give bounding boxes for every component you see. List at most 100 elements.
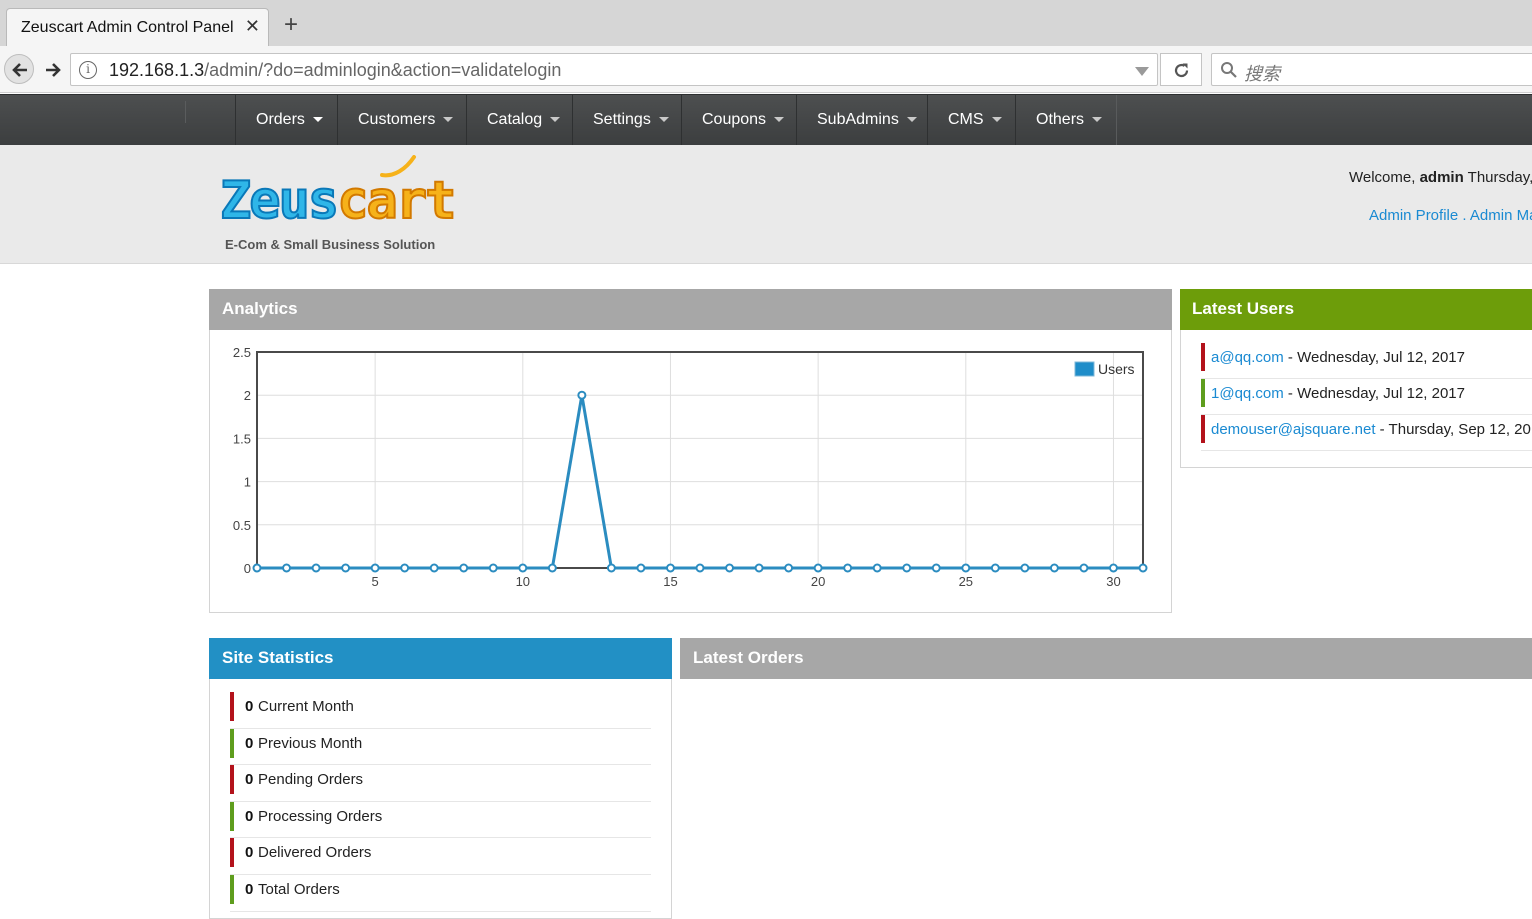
logo-word-cart: cart: [337, 171, 454, 231]
user-entry: 1@qq.com - Wednesday, Jul 12, 2017: [1211, 385, 1465, 402]
status-bar: [230, 729, 234, 758]
address-bar[interactable]: i 192.168.1.3/admin/?do=adminlogin&actio…: [70, 53, 1158, 86]
tab-title: Zeuscart Admin Control Panel: [21, 19, 234, 37]
close-tab-icon[interactable]: ✕: [245, 17, 260, 35]
menu-customers[interactable]: Customers: [337, 95, 467, 145]
reload-button[interactable]: [1160, 53, 1202, 86]
x-tick-label: 10: [516, 574, 530, 589]
stat-label: Previous Month: [258, 735, 362, 752]
site-statistics-header: Site Statistics: [209, 638, 672, 679]
analytics-chart: 00.511.522.551015202530Users: [209, 330, 1172, 610]
legend-swatch: [1075, 362, 1094, 376]
zeuscart-logo[interactable]: Zeuscart E-Com & Small Business Solution: [220, 153, 450, 253]
data-point: [1021, 565, 1028, 572]
search-box[interactable]: 搜索: [1211, 53, 1532, 86]
data-point: [254, 565, 261, 572]
x-tick-label: 5: [372, 574, 379, 589]
menu-catalog[interactable]: Catalog: [466, 95, 573, 145]
stat-label: Processing Orders: [258, 808, 382, 825]
data-point: [342, 565, 349, 572]
user-email-link[interactable]: a@qq.com: [1211, 349, 1284, 366]
admin-menu-bar: Orders Customers Catalog Settings Coupon…: [0, 94, 1532, 145]
list-item: 0 Processing Orders: [230, 802, 651, 839]
data-point: [815, 565, 822, 572]
user-email-link[interactable]: demouser@ajsquare.net: [1211, 421, 1376, 438]
stat-label: Current Month: [258, 698, 354, 715]
data-point: [933, 565, 940, 572]
data-point: [1080, 565, 1087, 572]
latest-users-header: Latest Users: [1180, 289, 1532, 330]
list-item: demouser@ajsquare.net - Thursday, Sep 12…: [1201, 415, 1532, 451]
x-tick-label: 15: [663, 574, 677, 589]
list-item: 0 Pending Orders: [230, 765, 651, 802]
x-tick-label: 25: [959, 574, 973, 589]
url-path: /admin/?do=adminlogin&action=validatelog…: [204, 60, 561, 80]
browser-tab[interactable]: Zeuscart Admin Control Panel ✕: [6, 8, 269, 46]
menu-settings[interactable]: Settings: [572, 95, 682, 145]
user-entry: a@qq.com - Wednesday, Jul 12, 2017: [1211, 349, 1465, 366]
stat-value: 0: [245, 771, 253, 788]
new-tab-icon[interactable]: +: [284, 13, 298, 37]
url-host: 192.168.1.3: [109, 60, 204, 80]
data-point: [283, 565, 290, 572]
legend-label: Users: [1098, 361, 1135, 377]
arrow-right-icon: [44, 61, 62, 79]
site-statistics-list: 0Current Month 0Previous Month 0Pending …: [230, 692, 651, 912]
latest-orders-title: Latest Orders: [693, 648, 804, 667]
stat-label: Delivered Orders: [258, 844, 371, 861]
menu-cms[interactable]: CMS: [927, 95, 1016, 145]
data-point: [1051, 565, 1058, 572]
caret-down-icon: [659, 117, 669, 122]
stat-value: 0: [245, 735, 253, 752]
list-item: 0Total Orders: [230, 875, 651, 912]
data-point: [519, 565, 526, 572]
back-button[interactable]: [4, 54, 34, 84]
browser-tab-strip: Zeuscart Admin Control Panel ✕ +: [0, 0, 1532, 46]
data-point: [844, 565, 851, 572]
stat-value: 0: [245, 808, 253, 825]
status-bar: [1201, 379, 1205, 407]
welcome-message: Welcome, admin Thursday,: [1349, 169, 1532, 186]
menu-subadmins-label: SubAdmins: [817, 111, 899, 128]
list-item: a@qq.com - Wednesday, Jul 12, 2017: [1201, 343, 1532, 379]
data-point: [608, 565, 615, 572]
caret-down-icon: [1092, 117, 1102, 122]
data-point: [667, 565, 674, 572]
menu-others[interactable]: Others: [1015, 95, 1117, 145]
list-item: 0Delivered Orders: [230, 838, 651, 875]
data-point: [756, 565, 763, 572]
menu-subadmins[interactable]: SubAdmins: [796, 95, 928, 145]
stat-label: Pending Orders: [258, 771, 363, 788]
user-email-link[interactable]: 1@qq.com: [1211, 385, 1284, 402]
data-point: [460, 565, 467, 572]
y-tick-label: 2: [244, 388, 251, 403]
site-statistics-title: Site Statistics: [222, 648, 334, 667]
data-point: [1110, 565, 1117, 572]
search-placeholder: 搜索: [1244, 60, 1280, 86]
menu-divider: [185, 101, 186, 123]
admin-profile-link[interactable]: Admin Profile: [1369, 207, 1458, 224]
y-tick-label: 0: [244, 561, 251, 576]
logo-tagline: E-Com & Small Business Solution: [225, 237, 435, 252]
forward-button[interactable]: [38, 55, 66, 83]
link-separator: .: [1458, 207, 1470, 224]
data-point: [578, 392, 585, 399]
list-item: 0Current Month: [230, 692, 651, 729]
url-text[interactable]: 192.168.1.3/admin/?do=adminlogin&action=…: [109, 60, 561, 81]
list-item: 0 Previous Month: [230, 729, 651, 766]
menu-orders[interactable]: Orders: [235, 95, 338, 145]
info-icon[interactable]: i: [79, 61, 97, 79]
logo-wordmark: Zeuscart: [220, 173, 454, 229]
admin-manage-link[interactable]: Admin Ma: [1470, 207, 1532, 224]
caret-down-icon: [992, 117, 1002, 122]
stat-value: 0: [245, 881, 253, 898]
x-tick-label: 30: [1106, 574, 1120, 589]
y-tick-label: 1: [244, 475, 251, 490]
status-bar: [230, 765, 234, 794]
dropdown-arrow-icon[interactable]: [1135, 67, 1149, 76]
menu-coupons[interactable]: Coupons: [681, 95, 797, 145]
analytics-title: Analytics: [222, 299, 298, 318]
caret-down-icon: [443, 117, 453, 122]
data-point: [549, 565, 556, 572]
plot-frame: [257, 352, 1143, 568]
